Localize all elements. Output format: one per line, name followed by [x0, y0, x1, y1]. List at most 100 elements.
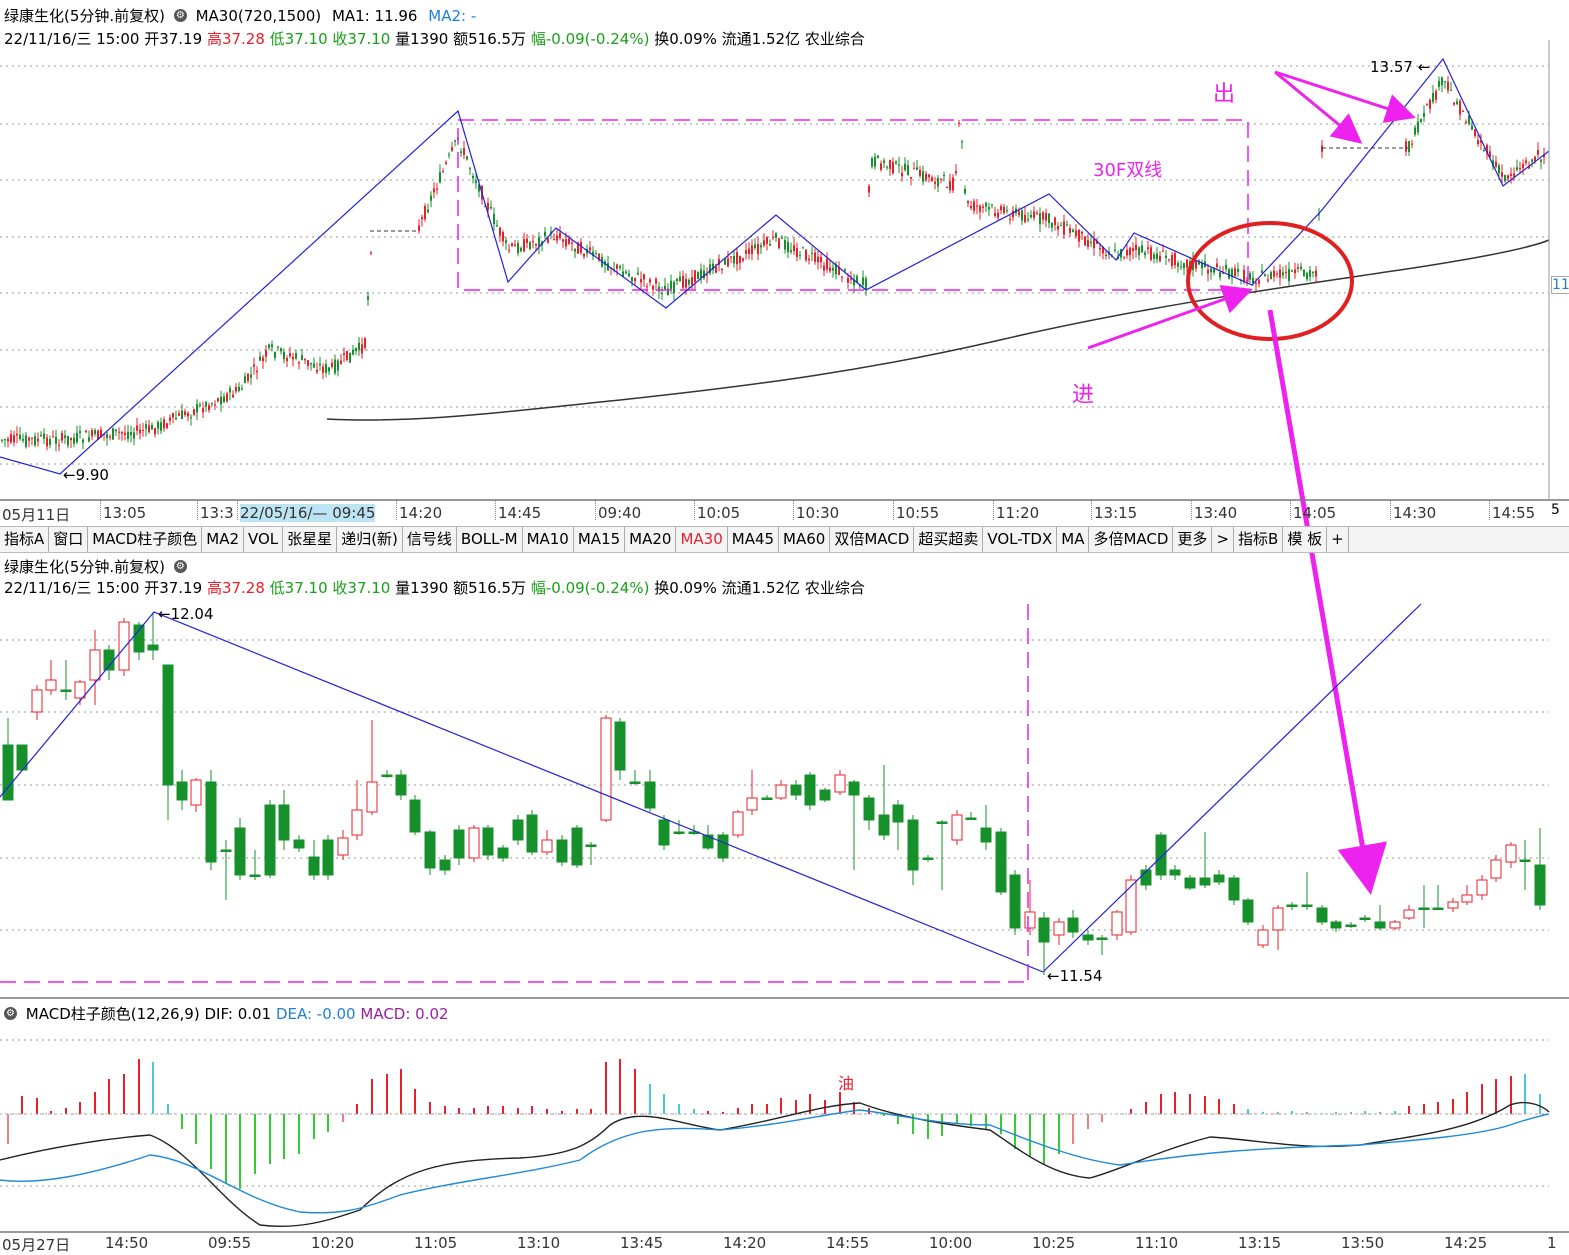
tab-MACD柱子颜色[interactable]: MACD柱子颜色 — [88, 527, 203, 552]
candle-body — [358, 342, 360, 351]
candle-body — [214, 404, 216, 406]
candle-body — [1144, 252, 1146, 256]
tab-模 板[interactable]: 模 板 — [1283, 527, 1328, 552]
candle-body — [1082, 934, 1094, 941]
candle-body — [676, 278, 678, 282]
candle-body — [1111, 911, 1123, 936]
candle-body — [1267, 279, 1269, 281]
candle-body — [49, 439, 51, 445]
top-time-label: 10:55 — [896, 504, 940, 522]
middle-trendline-up — [1042, 603, 1422, 973]
candle-body — [1228, 877, 1240, 901]
candle-body — [370, 252, 372, 254]
top-candles — [1, 75, 1545, 452]
candle-body — [271, 344, 273, 348]
tab-指标A[interactable]: 指标A — [0, 527, 50, 552]
tab->[interactable]: > — [1212, 527, 1235, 552]
tab-张星星[interactable]: 张星星 — [283, 527, 338, 552]
candle-body — [889, 160, 891, 169]
candle-body — [448, 154, 450, 156]
candle-body — [19, 434, 21, 440]
candle-body — [1483, 150, 1485, 152]
tab-+[interactable]: + — [1327, 527, 1349, 552]
candle-body — [997, 212, 999, 218]
candle-body — [1441, 77, 1443, 85]
candle-body — [529, 242, 531, 250]
macd-grid — [0, 1039, 1549, 1187]
tab-MA45[interactable]: MA45 — [728, 527, 780, 552]
candle-body — [1461, 894, 1473, 903]
candle-body — [1174, 253, 1176, 266]
candle-body — [433, 188, 435, 193]
candle-body — [166, 423, 168, 428]
candle-body — [913, 168, 915, 170]
candle-body — [133, 432, 135, 439]
candle-body — [1303, 269, 1305, 277]
candle-body — [949, 181, 951, 191]
candle-body — [346, 350, 348, 361]
candle-body — [1210, 268, 1212, 273]
candle-body — [223, 396, 225, 403]
tab-VOL[interactable]: VOL — [244, 527, 284, 552]
candle-body — [634, 277, 636, 282]
candle-body — [1057, 226, 1059, 230]
gear-icon[interactable]: ⚙ — [173, 560, 187, 573]
candle-body — [691, 277, 693, 286]
middle-header-line2: 22/11/16/三 15:00 开37.19 高37.28 低37.10 收3… — [4, 577, 865, 598]
candle-body — [43, 433, 45, 439]
candle-body — [172, 413, 174, 418]
candle-body — [1114, 249, 1116, 251]
candle-body — [160, 422, 162, 431]
candle-body — [1306, 272, 1308, 280]
tab-MA[interactable]: MA — [1057, 527, 1090, 552]
macd-time-label: 13:10 — [517, 1234, 561, 1252]
tab-递归(新)[interactable]: 递归(新) — [337, 527, 403, 552]
candle-body — [118, 431, 120, 433]
tab-双倍MACD[interactable]: 双倍MACD — [830, 527, 915, 552]
candle-body — [1242, 899, 1254, 923]
candle-body — [1534, 864, 1546, 906]
tab-MA10[interactable]: MA10 — [523, 527, 574, 552]
tab-多倍MACD[interactable]: 多倍MACD — [1089, 527, 1174, 552]
tab-BOLL-M[interactable]: BOLL-M — [457, 527, 523, 552]
candle-body — [892, 161, 894, 174]
candle-body — [418, 225, 420, 231]
candle-body — [293, 839, 305, 849]
candle-body — [995, 831, 1007, 893]
candle-body — [310, 362, 312, 365]
candle-body — [1123, 256, 1125, 258]
tab-MA60[interactable]: MA60 — [779, 527, 831, 552]
tab-超买超卖[interactable]: 超买超卖 — [914, 527, 984, 552]
tab-更多[interactable]: 更多 — [1173, 527, 1213, 552]
tab-MA30[interactable]: MA30 — [676, 527, 728, 552]
tab-MA20[interactable]: MA20 — [625, 527, 677, 552]
candle-body — [901, 172, 903, 177]
candle-body — [1423, 112, 1425, 117]
candle-body — [145, 424, 147, 429]
gear-icon[interactable]: ⚙ — [4, 1007, 17, 1020]
candle-body — [862, 277, 864, 286]
candle-body — [637, 272, 639, 275]
candle-body — [1447, 901, 1459, 909]
candle-body — [454, 140, 456, 142]
candle-body — [91, 430, 93, 437]
tab-VOL-TDX[interactable]: VOL-TDX — [983, 527, 1058, 552]
quote-sector-2: 农业综合 — [804, 579, 865, 597]
tab-MA15[interactable]: MA15 — [574, 527, 626, 552]
candle-body — [907, 165, 909, 175]
candle-body — [559, 232, 561, 239]
candle-body — [512, 819, 524, 841]
candle-body — [381, 774, 393, 777]
tab-MA2[interactable]: MA2 — [202, 527, 244, 552]
candle-body — [1003, 206, 1005, 213]
candle-body — [793, 245, 795, 252]
tab-指标B[interactable]: 指标B — [1234, 527, 1284, 552]
tab-信号线[interactable]: 信号线 — [403, 527, 457, 552]
candle-body — [234, 827, 246, 876]
candle-body — [463, 148, 465, 156]
macd-time-label: 14:55 — [826, 1234, 870, 1252]
candle-body — [1459, 100, 1461, 115]
quote-turnover-2: 换0.09% — [654, 579, 717, 597]
candle-body — [1309, 270, 1311, 277]
tab-窗口[interactable]: 窗口 — [49, 527, 89, 552]
